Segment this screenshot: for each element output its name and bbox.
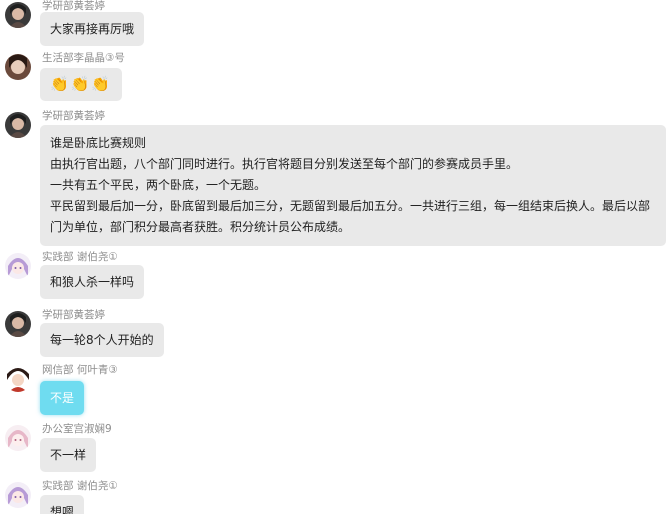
message-text: 谁是卧底比赛规则	[50, 136, 147, 150]
sender-name: 学研部黄荟婷	[42, 309, 105, 321]
message-text: 和狼人杀一样吗	[50, 275, 135, 289]
message-bubble[interactable]: 不是	[40, 381, 85, 415]
message-text: 由执行官出题，八个部门同时进行。执行官将题目分别发送至每个部门的参赛成员手里。	[50, 157, 519, 171]
avatar[interactable]	[5, 253, 31, 279]
message-bubble[interactable]: 大家再接再厉哦	[40, 12, 145, 46]
message-bubble[interactable]: 不一样	[40, 438, 97, 472]
clapping-emoji: 👏👏👏	[50, 75, 113, 93]
message-text: 平民留到最后加一分，卧底留到最后加三分，无题留到最后加五分。一共进行三组，每一组…	[50, 199, 651, 234]
message-bubble[interactable]: 和狼人杀一样吗	[40, 265, 145, 299]
sender-name: 网信部 何叶青③	[42, 364, 118, 376]
avatar[interactable]	[5, 112, 31, 138]
sender-name: 实践部 谢伯尧①	[42, 480, 118, 492]
avatar[interactable]	[5, 366, 31, 392]
sender-name: 实践部 谢伯尧①	[42, 251, 118, 263]
message-text: 不是	[50, 391, 75, 405]
avatar[interactable]	[5, 482, 31, 508]
avatar[interactable]	[5, 2, 31, 28]
message-text: 每一轮8个人开始的	[50, 333, 154, 347]
chat-message-list[interactable]: 学研部黄荟婷 大家再接再厉哦 生活部李晶晶③号 👏👏👏 学研部黄荟婷 谁是卧底比…	[0, 0, 672, 514]
message-bubble[interactable]: 👏👏👏	[40, 68, 123, 101]
message-text: 一共有五个平民，两个卧底，一个无题。	[50, 178, 267, 192]
avatar[interactable]	[5, 425, 31, 451]
message-bubble[interactable]: 想嗯	[40, 495, 85, 514]
avatar[interactable]	[5, 311, 31, 337]
sender-name: 生活部李晶晶③号	[42, 52, 125, 64]
sender-name: 学研部黄荟婷	[42, 110, 105, 122]
message-text: 想嗯	[50, 505, 75, 514]
sender-name: 办公室宫淑娴9	[42, 423, 112, 435]
avatar[interactable]	[5, 54, 31, 80]
message-text: 大家再接再厉哦	[50, 22, 135, 36]
message-text: 不一样	[50, 448, 87, 462]
message-bubble[interactable]: 每一轮8个人开始的	[40, 323, 164, 357]
message-bubble[interactable]: 谁是卧底比赛规则 由执行官出题，八个部门同时进行。执行官将题目分别发送至每个部门…	[40, 125, 666, 246]
